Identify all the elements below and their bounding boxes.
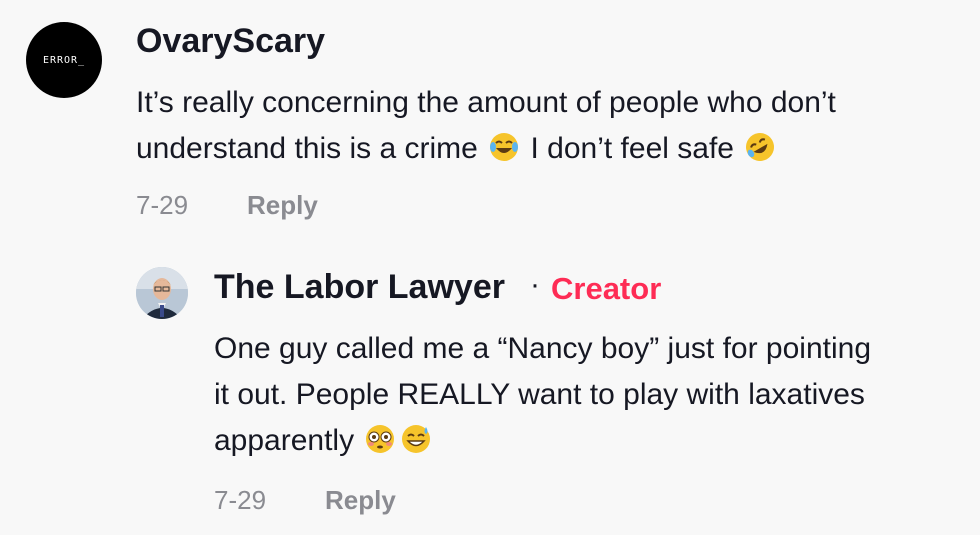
comment-text-line: understand this is a crime <box>136 132 487 165</box>
comment-username[interactable]: OvaryScary <box>136 22 325 61</box>
comment-text-line: It’s really concerning the amount of peo… <box>136 86 836 119</box>
avatar-text: ERROR_ <box>42 54 86 66</box>
rolling-on-floor-laughing-icon <box>746 133 775 161</box>
flushed-face-icon <box>366 425 395 453</box>
reply-text-line: it out. People REALLY want to play with … <box>214 378 865 411</box>
comment-text: It’s really concerning the amount of peo… <box>136 80 956 172</box>
reply-text-line: apparently <box>214 424 363 457</box>
profile-photo <box>136 267 188 319</box>
reply-text: One guy called me a “Nancy boy” just for… <box>214 326 974 464</box>
reply-button[interactable]: Reply <box>325 485 396 516</box>
comment-text-line: I don’t feel safe <box>522 132 743 165</box>
reply-button[interactable]: Reply <box>247 190 318 221</box>
creator-badge: Creator <box>551 271 662 306</box>
comment-date: 7-29 <box>136 190 189 220</box>
separator-dot: · <box>530 268 540 301</box>
avatar[interactable]: ERROR_ <box>26 22 102 98</box>
face-with-tears-of-joy-icon <box>490 133 519 161</box>
reply-date: 7-29 <box>214 485 267 515</box>
grinning-face-with-sweat-icon <box>402 425 431 453</box>
avatar[interactable] <box>136 267 188 319</box>
reply-text-line: One guy called me a “Nancy boy” just for… <box>214 332 871 365</box>
reply-username[interactable]: The Labor Lawyer <box>214 268 505 307</box>
